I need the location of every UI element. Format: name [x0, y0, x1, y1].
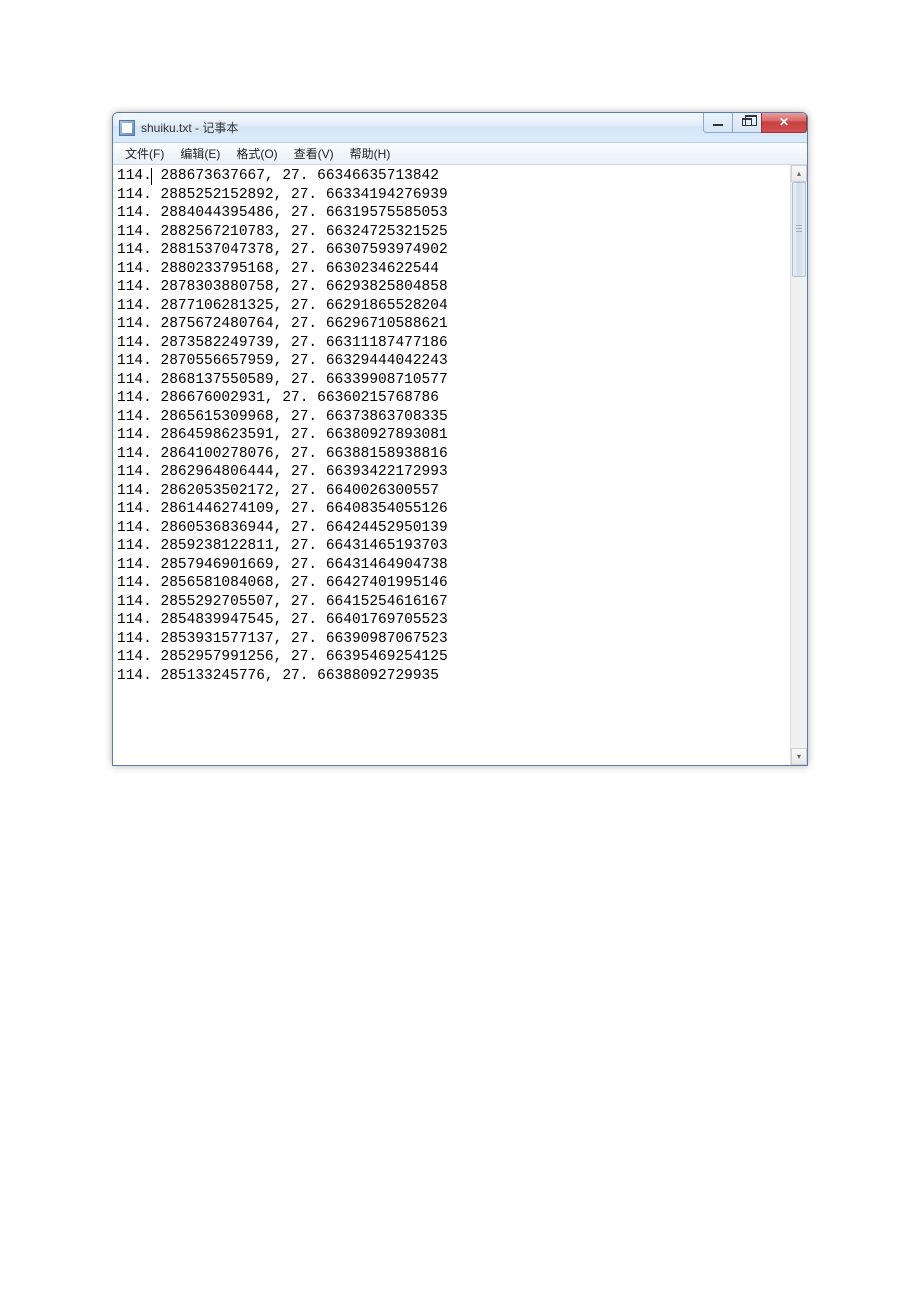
menu-edit[interactable]: 编辑(E)	[172, 143, 228, 164]
vertical-scrollbar[interactable]: ▴ ▾	[790, 165, 807, 765]
scroll-track[interactable]	[791, 182, 807, 748]
text-cursor	[151, 168, 152, 185]
menu-format[interactable]: 格式(O)	[228, 143, 285, 164]
restore-icon	[742, 118, 752, 126]
window-title: shuiku.txt - 记事本	[141, 119, 704, 136]
content-area: 114. 288673637667, 27. 66346635713842 11…	[113, 165, 807, 765]
scroll-up-button[interactable]: ▴	[791, 165, 807, 182]
notepad-icon	[119, 120, 135, 136]
notepad-window: shuiku.txt - 记事本 ✕ 文件(F) 编辑(E) 格式(O) 查看(…	[112, 112, 808, 766]
text-editor[interactable]: 114. 288673637667, 27. 66346635713842 11…	[113, 165, 790, 765]
window-controls: ✕	[704, 113, 807, 133]
menu-view[interactable]: 查看(V)	[286, 143, 342, 164]
minimize-icon	[713, 124, 723, 126]
menu-file[interactable]: 文件(F)	[117, 143, 172, 164]
close-button[interactable]: ✕	[761, 113, 807, 133]
titlebar[interactable]: shuiku.txt - 记事本 ✕	[113, 113, 807, 143]
minimize-button[interactable]	[703, 113, 733, 133]
menu-help[interactable]: 帮助(H)	[342, 143, 399, 164]
close-icon: ✕	[779, 115, 789, 129]
scroll-down-button[interactable]: ▾	[791, 748, 807, 765]
scroll-thumb[interactable]	[792, 182, 806, 277]
menubar: 文件(F) 编辑(E) 格式(O) 查看(V) 帮助(H)	[113, 143, 807, 165]
maximize-button[interactable]	[732, 113, 762, 133]
